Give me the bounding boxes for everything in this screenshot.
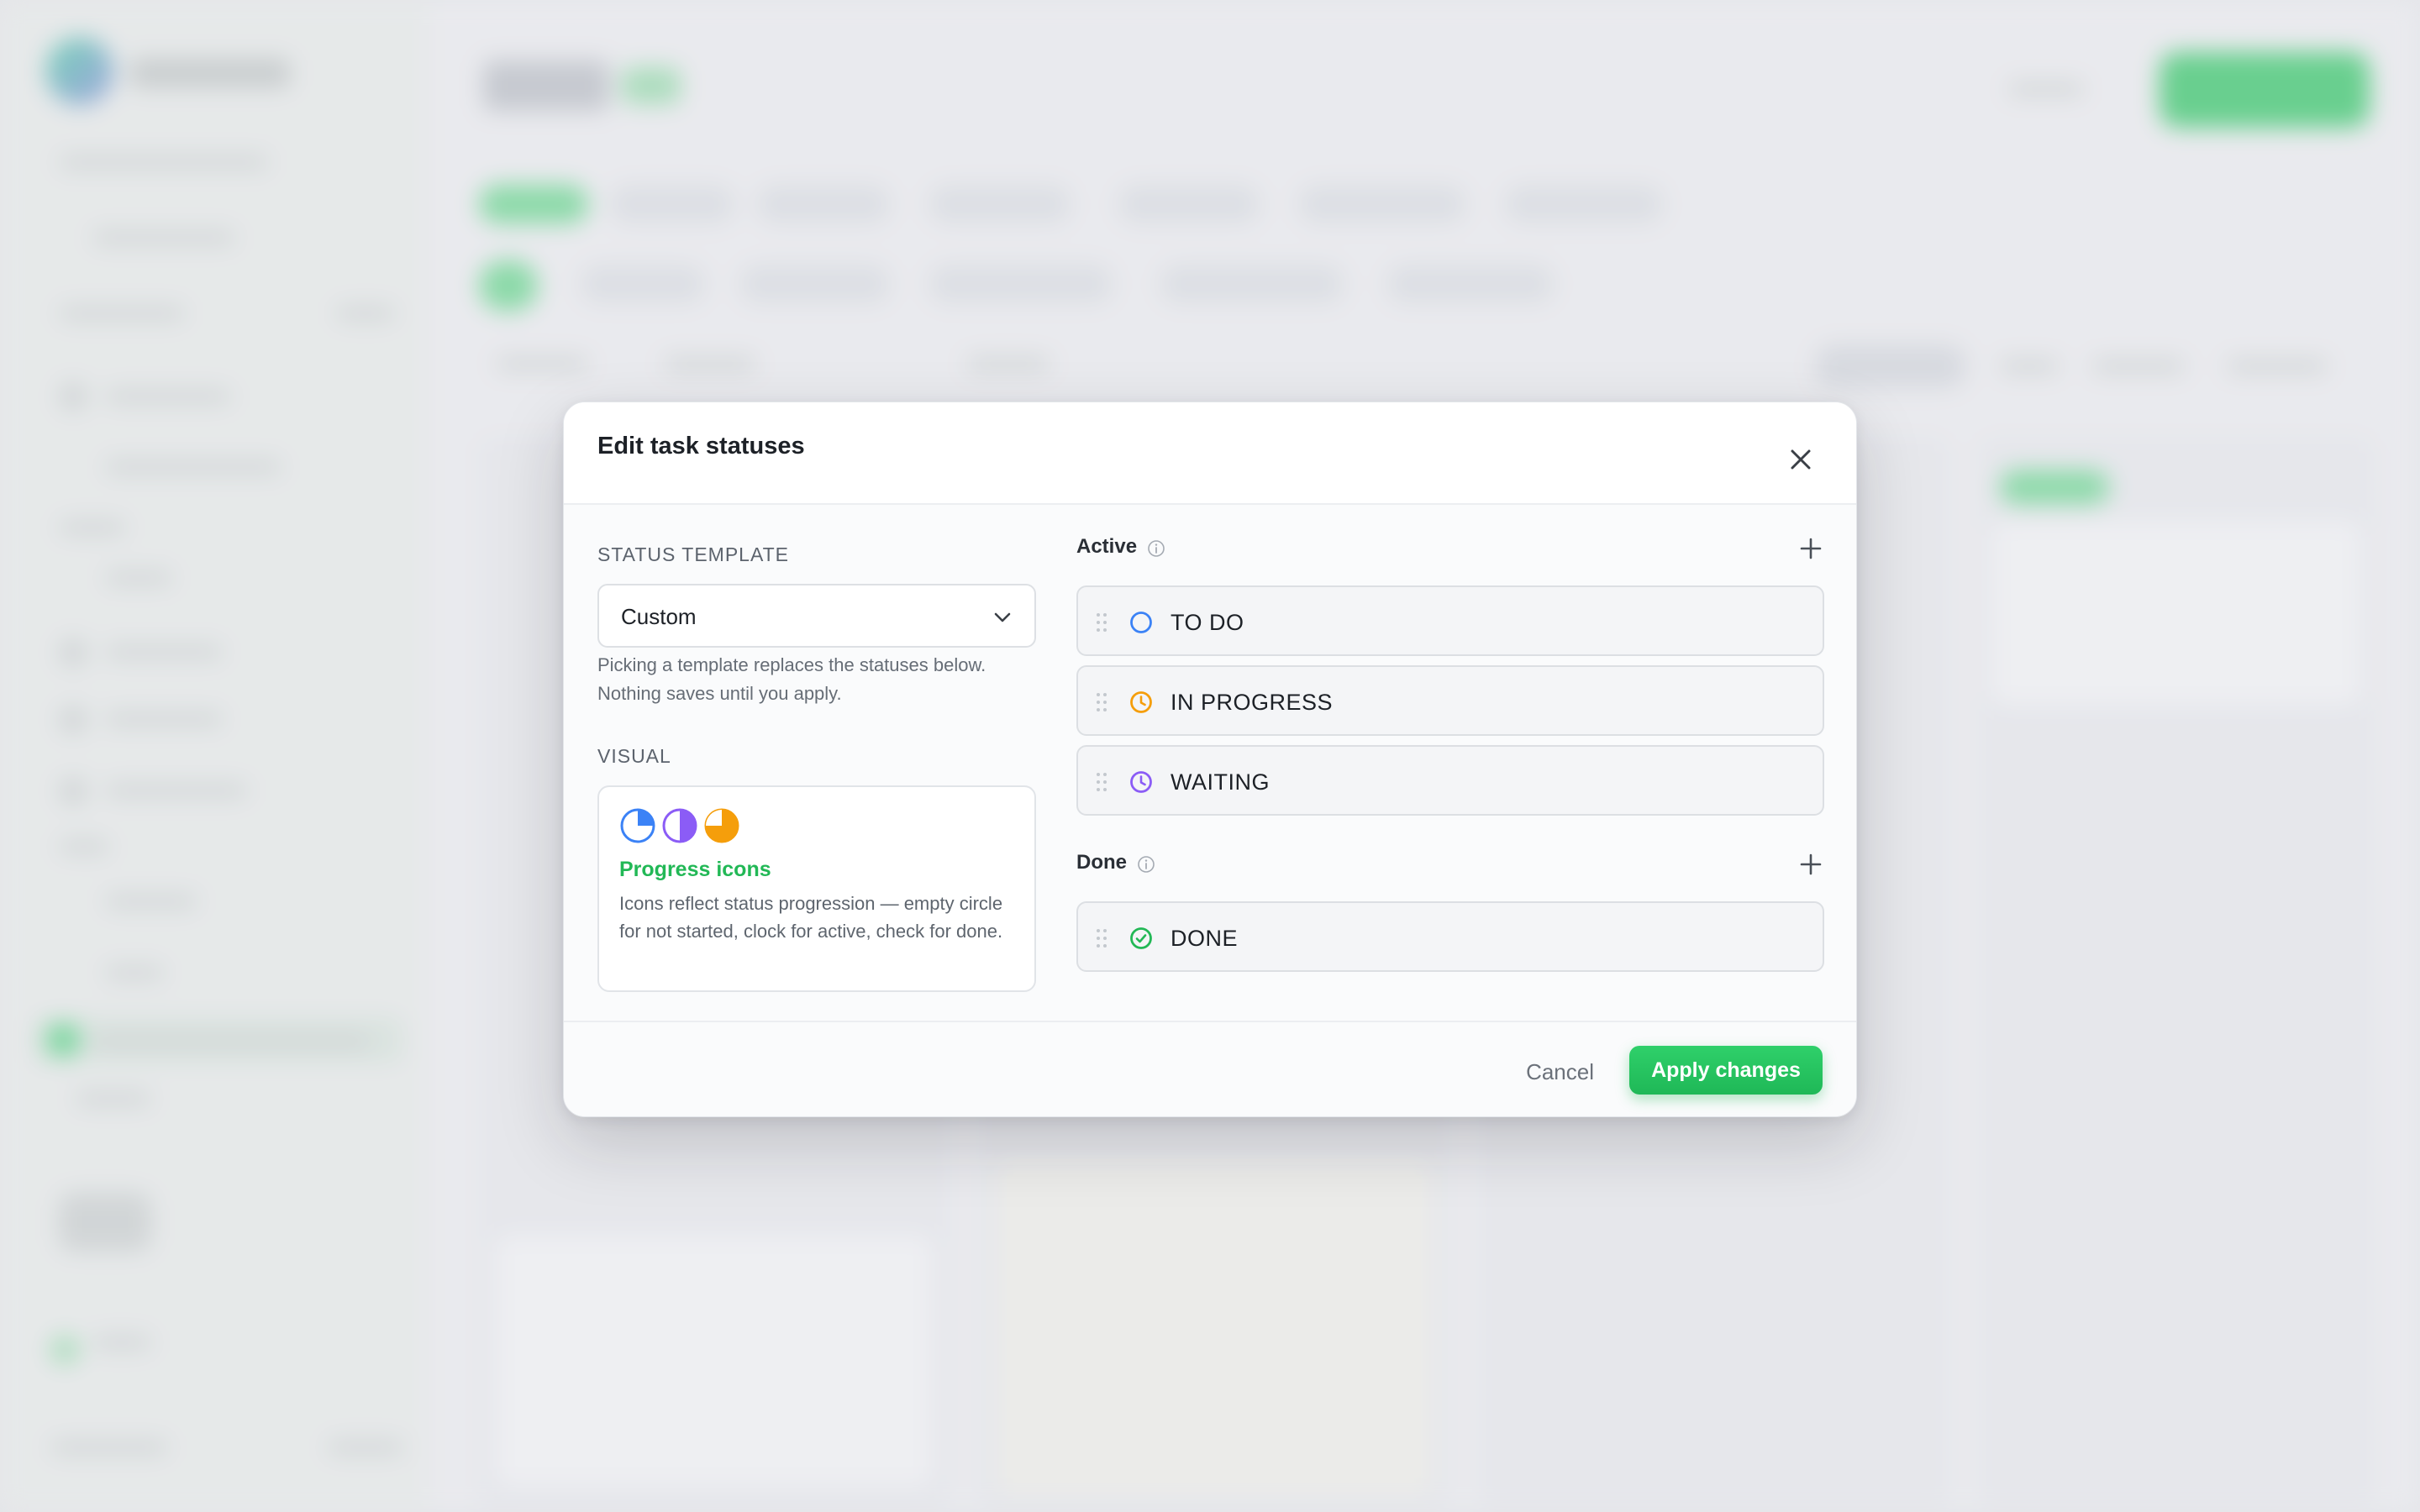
done-group-title: Done <box>1076 851 1127 874</box>
edit-statuses-modal: Edit task statuses STATUS TEMPLATE Custo… <box>563 402 1857 1117</box>
modal-title: Edit task statuses <box>597 433 805 459</box>
apply-changes-button[interactable]: Apply changes <box>1629 1046 1823 1095</box>
status-label: TO DO <box>1171 610 1244 635</box>
half-pie-purple-icon <box>662 808 697 843</box>
add-done-status-button[interactable] <box>1797 851 1824 878</box>
status-row-to-do[interactable]: TO DO <box>1076 585 1824 656</box>
status-label: IN PROGRESS <box>1171 690 1334 715</box>
modal-header: Edit task statuses <box>564 402 1856 505</box>
info-icon[interactable] <box>1137 855 1155 874</box>
status-template-value: Custom <box>621 604 697 629</box>
status-row-done[interactable]: DONE <box>1076 901 1824 972</box>
check-circle-icon <box>1130 927 1152 949</box>
drag-handle-icon[interactable] <box>1095 690 1108 714</box>
status-label: WAITING <box>1171 769 1270 795</box>
template-helper-text: Picking a template replaces the statuses… <box>597 654 986 704</box>
active-group-title: Active <box>1076 535 1138 558</box>
clock-icon <box>1130 771 1152 793</box>
drag-handle-icon[interactable] <box>1095 770 1108 794</box>
quarter-pie-blue-icon <box>620 808 655 843</box>
done-group-header: Done <box>1076 848 1824 881</box>
add-active-status-button[interactable] <box>1797 535 1824 562</box>
close-icon <box>1791 449 1811 470</box>
active-group-header: Active <box>1076 532 1824 565</box>
visual-option-description: Icons reflect status progression — empty… <box>619 893 1003 942</box>
three-quarter-pie-orange-icon <box>704 808 739 843</box>
visual-icon-preview <box>619 807 740 844</box>
status-label: DONE <box>1171 926 1239 951</box>
drag-handle-icon[interactable] <box>1095 927 1108 950</box>
clock-icon <box>1130 691 1152 713</box>
visual-option-name: Progress icons <box>619 858 771 881</box>
info-icon[interactable] <box>1147 539 1165 558</box>
status-row-waiting[interactable]: WAITING <box>1076 745 1824 816</box>
status-template-select[interactable]: Custom <box>597 584 1036 648</box>
empty-circle-icon <box>1130 612 1152 633</box>
status-template-label: STATUS TEMPLATE <box>597 543 789 565</box>
visual-option-card[interactable]: Progress icons Icons reflect status prog… <box>597 785 1036 992</box>
drag-handle-icon[interactable] <box>1095 611 1108 634</box>
modal-footer: Cancel Apply changes <box>564 1021 1856 1116</box>
close-button[interactable] <box>1784 443 1818 476</box>
chevron-down-icon <box>994 612 1011 622</box>
cancel-button[interactable]: Cancel <box>1516 1051 1604 1093</box>
visual-label: VISUAL <box>597 745 671 767</box>
status-row-in-progress[interactable]: IN PROGRESS <box>1076 665 1824 736</box>
